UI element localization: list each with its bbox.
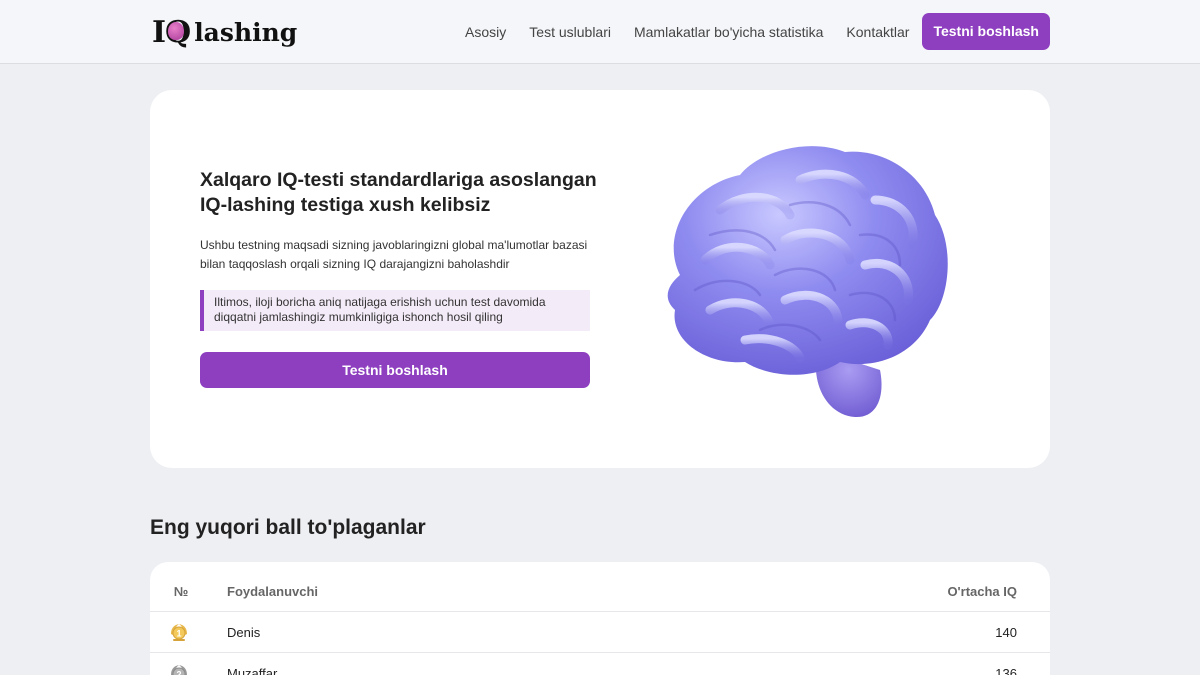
brain-illustration-icon [650,140,960,425]
nav-link-asosiy[interactable]: Asosiy [465,24,506,40]
column-header-number: № [173,584,189,599]
table-row: 1 Denis 140 [150,612,1050,653]
leaderboard-user-name: Denis [227,625,261,640]
nav-link-test-uslublari[interactable]: Test uslublari [529,24,611,40]
logo-letter-q: Q [165,15,191,50]
logo-brain-icon [168,21,185,40]
top-header: IQ lashing Asosiy Test uslublari Mamlaka… [0,0,1200,64]
nav-link-kontaktlar[interactable]: Kontaktlar [846,24,909,40]
hero-description: Ushbu testning maqsadi sizning javoblari… [200,238,588,271]
logo-wordmark: lashing [194,17,298,47]
nav-link-statistika[interactable]: Mamlakatlar bo'yicha statistika [634,24,823,40]
leaderboard-table: № Foydalanuvchi O'rtacha IQ 1 Denis 140 … [150,562,1050,675]
hero-note: Iltimos, iloji boricha aniq natijaga eri… [200,290,590,331]
main-nav: Asosiy Test uslublari Mamlakatlar bo'yic… [442,13,1050,50]
gold-medal-icon: 1 [168,622,190,644]
leaderboard-title: Eng yuqori ball to'plaganlar [150,516,426,539]
logo-iq-mark: IQ [152,14,191,50]
medal-rank-2: 2 [176,670,181,675]
hero-card: Xalqaro IQ-testi standardlariga asoslang… [150,90,1050,468]
silver-medal-icon: 2 [168,663,190,675]
medal-rank-1: 1 [176,629,181,639]
site-logo[interactable]: IQ lashing [152,14,297,50]
header-start-test-button[interactable]: Testni boshlash [922,13,1050,50]
leaderboard-user-iq: 136 [995,666,1017,675]
table-row: 2 Muzaffar 136 [150,653,1050,675]
leaderboard-user-iq: 140 [995,625,1017,640]
hero-title: Xalqaro IQ-testi standardlariga asoslang… [200,169,597,216]
leaderboard-user-name: Muzaffar [227,666,278,675]
hero-start-test-button[interactable]: Testni boshlash [200,352,590,388]
column-header-user: Foydalanuvchi [227,584,319,599]
table-header-row: № Foydalanuvchi O'rtacha IQ [150,571,1050,612]
column-header-iq: O'rtacha IQ [947,584,1017,599]
logo-letter-i: I [152,14,166,50]
